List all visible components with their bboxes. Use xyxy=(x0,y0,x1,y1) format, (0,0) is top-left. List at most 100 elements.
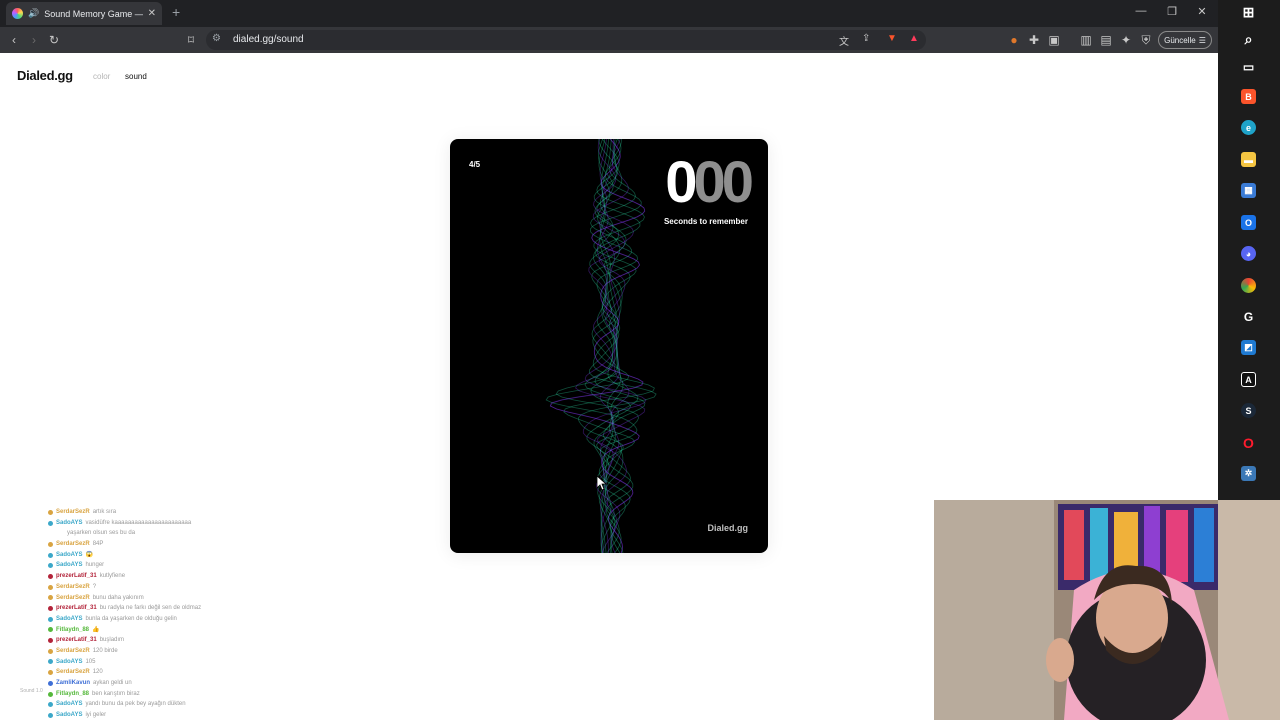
reload-icon[interactable]: ↻ xyxy=(46,32,62,48)
leo-icon[interactable]: ✦ xyxy=(1118,32,1134,48)
chat-badge-icon xyxy=(48,520,53,526)
chat-badge-icon xyxy=(48,638,53,644)
chat-username: Fitlaydn_88 xyxy=(56,690,90,697)
chat-username: prezerLatif_31 xyxy=(56,637,97,644)
search-icon[interactable]: ⌕ xyxy=(1241,31,1256,47)
chat-message: prezerLatif_31 buşladım xyxy=(48,635,308,646)
browser-tab[interactable]: 🔊 Sound Memory Game — Ho ✕ xyxy=(6,2,162,25)
windows-start-icon[interactable]: ⊞ xyxy=(1241,4,1256,20)
address-bar[interactable]: ⚙ dialed.gg/sound 文 ⇪ ▼ ▲ xyxy=(206,30,926,50)
tab-close-icon[interactable]: ✕ xyxy=(148,8,156,19)
chat-message: SadoAYS yandı bunu da pek bey ayağın dükt… xyxy=(48,699,308,710)
window-close-icon[interactable]: ✕ xyxy=(1187,5,1217,18)
timer-digit-3: 0 xyxy=(721,150,754,215)
chat-badge-icon xyxy=(48,670,53,676)
sidebar-icon[interactable]: ▥ xyxy=(1078,32,1094,48)
chat-text: 105 xyxy=(85,658,96,665)
outlook-app-icon[interactable]: O xyxy=(1241,215,1256,230)
site-settings-icon[interactable]: ⚙ xyxy=(212,33,221,44)
chat-message: SerdarSezR 84P xyxy=(48,539,308,550)
browser-toolbar: ‹ › ↻ ⌑ ⚙ dialed.gg/sound 文 ⇪ ▼ ▲ ● ✚ ▣ … xyxy=(0,27,1218,53)
bookmark-icon[interactable]: ⌑ xyxy=(183,32,199,48)
downloads-icon[interactable]: ▣ xyxy=(1046,32,1062,48)
chat-text: artık sıra xyxy=(92,509,117,515)
back-arrow-icon[interactable]: ‹ xyxy=(6,32,22,48)
chat-username: SadoAYS xyxy=(56,615,83,622)
brave-app-icon[interactable]: B xyxy=(1241,89,1256,104)
chat-message: Fitlaydn_88 👍 xyxy=(48,625,308,636)
puzzle-icon[interactable]: ✚ xyxy=(1026,32,1042,48)
chat-username: SerdarSezR xyxy=(56,669,90,676)
restore-icon[interactable]: ❐ xyxy=(1157,5,1187,18)
chat-username: SerdarSezR xyxy=(56,541,90,548)
chat-text: aykan geldi un xyxy=(93,680,132,686)
chat-username: prezerLatif_31 xyxy=(56,605,97,612)
extension-icon[interactable]: ● xyxy=(1006,32,1022,48)
chrome-app-icon[interactable] xyxy=(1241,278,1256,293)
amd-app-icon[interactable]: A xyxy=(1241,372,1256,387)
chat-username: SadoAYS xyxy=(56,658,83,665)
card-brand: Dialed.gg xyxy=(707,523,748,533)
chat-text: bunu daha yakınım xyxy=(92,594,144,601)
brave-rewards-icon[interactable]: ▲ xyxy=(909,33,919,44)
chat-badge-icon xyxy=(48,584,53,590)
discord-app-icon[interactable]: ◕ xyxy=(1241,246,1256,261)
browser-titlebar: 🔊 Sound Memory Game — Ho ✕ + — ❐ ✕ xyxy=(0,0,1280,27)
settings-app-icon[interactable]: ✲ xyxy=(1241,466,1256,481)
share-icon[interactable]: ⇪ xyxy=(862,33,870,44)
chat-username: SadoAYS xyxy=(56,551,83,558)
chat-text: 84P xyxy=(92,541,104,548)
stream-chat-overlay: SerdarSezR artık sıra SadoAYS vasidüfre kaa… xyxy=(48,507,308,720)
translate-icon[interactable]: 文 xyxy=(839,33,849,48)
chat-message: SadoAYS vasidüfre kaaaaaaaaaaaaaaaaaaaaaa… xyxy=(48,518,308,529)
forward-arrow-icon[interactable]: › xyxy=(26,32,42,48)
update-button[interactable]: Güncelle ☰ xyxy=(1158,31,1212,49)
vpn-icon[interactable]: ⛨ xyxy=(1138,32,1154,48)
chat-badge-icon xyxy=(48,509,53,515)
chat-message: SerdarSezR? xyxy=(48,582,308,593)
minimize-icon[interactable]: — xyxy=(1126,5,1156,17)
chat-badge-icon xyxy=(48,712,53,718)
site-logo[interactable]: Dialed.gg xyxy=(17,68,73,83)
brave-shield-icon[interactable]: ▼ xyxy=(887,33,897,44)
screen: 🔊 Sound Memory Game — Ho ✕ + — ❐ ✕ ‹ › ↻… xyxy=(0,0,1280,720)
chat-text: 120 xyxy=(92,669,103,676)
chat-message: prezerLatif_31 kutlyfiene xyxy=(48,571,308,582)
opera-app-icon[interactable]: O xyxy=(1241,435,1256,451)
wallet-icon[interactable]: ▤ xyxy=(1098,32,1114,48)
nav-link-color[interactable]: color xyxy=(93,72,110,81)
chat-username: prezerLatif_31 xyxy=(56,573,97,580)
steam-app-icon[interactable]: S xyxy=(1241,403,1256,418)
game-card[interactable]: 4/5 000 Seconds to remember Dialed.gg xyxy=(450,139,768,553)
new-tab-icon[interactable]: + xyxy=(172,4,180,20)
chat-badge-icon xyxy=(48,680,53,686)
timer-digit-1: 0 xyxy=(665,150,697,215)
chat-text: 👍 xyxy=(92,626,100,633)
chat-message: SadoAYS hunger xyxy=(48,560,308,571)
g-hub-app-icon[interactable]: G xyxy=(1241,309,1256,324)
chat-badge-icon xyxy=(48,563,53,569)
site-favicon-icon xyxy=(12,8,23,19)
chat-message: ZamliKavun aykan geldi un xyxy=(48,678,308,689)
chat-message: SerdarSezR 120 birde xyxy=(48,646,308,657)
chat-message: prezerLatif_31 bu radyla ne farkı değil s… xyxy=(48,603,308,614)
chat-text: bunla da yaşarken de olduğu gelin xyxy=(85,615,177,622)
chat-text: hunger xyxy=(85,562,105,569)
chat-message: SerdarSezR 120 xyxy=(48,667,308,678)
task-view-icon[interactable]: ▭ xyxy=(1241,59,1256,74)
chat-badge-icon xyxy=(48,648,53,654)
edge-app-icon[interactable]: e xyxy=(1241,120,1256,135)
chat-username: SadoAYS xyxy=(56,562,83,569)
nav-link-sound[interactable]: sound xyxy=(125,72,147,81)
speaker-icon[interactable]: 🔊 xyxy=(28,8,39,19)
chat-badge-icon xyxy=(48,691,53,697)
store-app-icon[interactable]: ▦ xyxy=(1241,183,1256,198)
wave-line xyxy=(545,139,642,553)
url-text: dialed.gg/sound xyxy=(233,34,304,45)
chat-badge-icon xyxy=(48,616,53,622)
chat-message: SerdarSezR artık sıra xyxy=(48,507,308,518)
chat-username: SerdarSezR xyxy=(56,647,90,654)
wave-line xyxy=(575,139,646,553)
photos-app-icon[interactable]: ◩ xyxy=(1241,340,1256,355)
file-explorer-icon[interactable]: ▬ xyxy=(1241,152,1256,167)
